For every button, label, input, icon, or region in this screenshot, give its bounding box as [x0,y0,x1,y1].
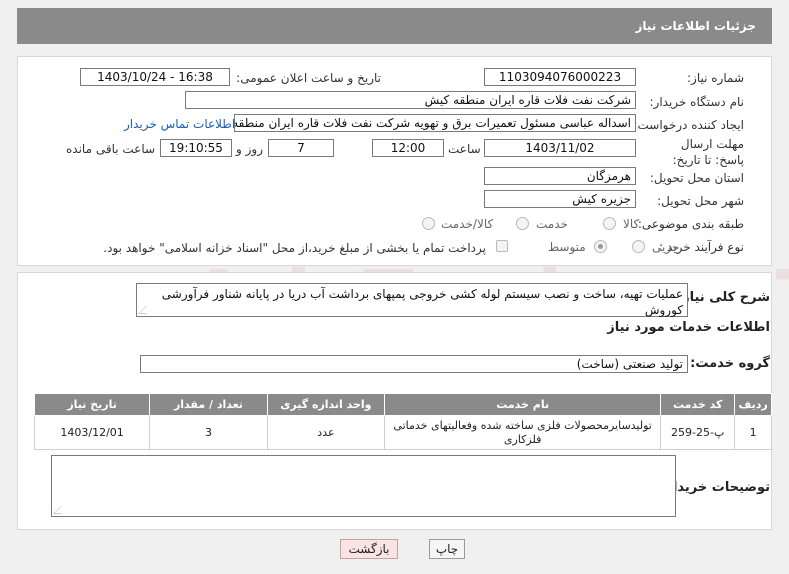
cell-row-number: 1 [734,415,772,450]
announce-datetime-label: تاریخ و ساعت اعلان عمومی: [236,71,381,85]
city-field: جزیره کیش [484,190,636,208]
category-label: طبقه بندی موضوعی: [637,217,744,231]
treasury-payment-note: پرداخت تمام یا بخشی از مبلغ خرید،از محل … [103,241,486,255]
process-option-medium-label: متوسط [548,240,586,254]
summary-textarea: عملیات تهیه، ساخت و نصب سیستم لوله کشی خ… [136,283,688,317]
category-option-service-label: خدمت [536,217,568,231]
summary-label: شرح کلی نیاز: [676,290,770,305]
category-option-both-label: کالا/خدمت [441,217,494,231]
category-option-goods-label: کالا [623,217,640,231]
deadline-label-text: مهلت ارسال پاسخ: تا تاریخ: [672,137,744,167]
col-header-service-code: کد خدمت [660,393,736,416]
deadline-time-label: ساعت [448,142,481,156]
table-header-row: ردیف کد خدمت نام خدمت واحد اندازه گیری ت… [33,393,772,416]
col-header-row-number: ردیف [734,393,772,416]
need-number-field: 1103094076000223 [484,68,636,86]
treasury-payment-checkbox[interactable] [496,240,508,252]
col-header-need-date: تاریخ نیاز [33,393,151,416]
deadline-date-field: 1403/11/02 [484,139,636,157]
service-group-label: گروه خدمت: [690,356,770,371]
deadline-label: مهلت ارسال پاسخ: تا تاریخ: [664,136,744,168]
buyer-notes-textarea[interactable] [51,455,676,517]
buyer-org-label: نام دستگاه خریدار: [649,95,745,109]
city-label: شهر محل تحویل: [657,194,744,208]
info-panel [17,56,772,266]
deadline-time-field: 12:00 [372,139,444,157]
buyer-contact-link[interactable]: اطلاعات تماس خریدار [124,117,235,131]
print-button[interactable]: چاپ [429,539,465,559]
days-label: روز و [236,142,263,156]
requester-field: اسداله عباسی مسئول تعمیرات برق و تهویه ش… [234,114,636,132]
process-option-minor-radio[interactable] [632,240,645,253]
province-label: استان محل تحویل: [649,171,744,185]
category-option-service-radio[interactable] [516,217,529,230]
col-header-service-name: نام خدمت [384,393,662,416]
cell-service-code: پ-25-259 [660,415,736,450]
buyer-org-field: شرکت نفت فلات قاره ایران منطقه کیش [185,91,636,109]
cell-quantity: 3 [149,415,268,450]
remaining-time-label: ساعت باقی مانده [66,142,156,156]
service-group-field: تولید صنعتی (ساخت) [140,355,688,373]
buyer-notes-label: توضیحات خریدار: [660,480,770,495]
province-field: هرمزگان [484,167,636,185]
services-table: ردیف کد خدمت نام خدمت واحد اندازه گیری ت… [33,393,772,450]
cell-need-date: 1403/12/01 [33,415,151,450]
summary-text: عملیات تهیه، ساخت و نصب سیستم لوله کشی خ… [161,287,683,317]
page-title: جزئیات اطلاعات نیاز [635,19,756,33]
col-header-quantity: تعداد / مقدار [149,393,268,416]
category-option-both-radio[interactable] [422,217,435,230]
resize-grip-icon[interactable] [53,506,69,514]
col-header-unit: واحد اندازه گیری [266,393,386,416]
process-option-medium-radio[interactable] [594,240,607,253]
days-field: 7 [268,139,334,157]
process-option-minor-label: جزیی [652,240,680,254]
resize-grip-icon[interactable] [138,306,154,314]
cell-unit: عدد [266,415,386,450]
category-option-goods-radio[interactable] [603,217,616,230]
table-row: 1 پ-25-259 تولیدسایرمحصولات فلزی ساخته ش… [33,415,772,450]
page-header: جزئیات اطلاعات نیاز [17,8,772,44]
services-section-title: اطلاعات خدمات مورد نیاز [607,320,770,335]
announce-datetime-field: 1403/10/24 - 16:38 [80,68,230,86]
requester-label: ایجاد کننده درخواست: [633,118,744,132]
cell-service-name: تولیدسایرمحصولات فلزی ساخته شده وفعالیته… [384,415,662,450]
remaining-time-field: 19:10:55 [160,139,232,157]
back-button[interactable]: بازگشت [340,539,398,559]
need-number-label: شماره نیاز: [687,71,744,85]
